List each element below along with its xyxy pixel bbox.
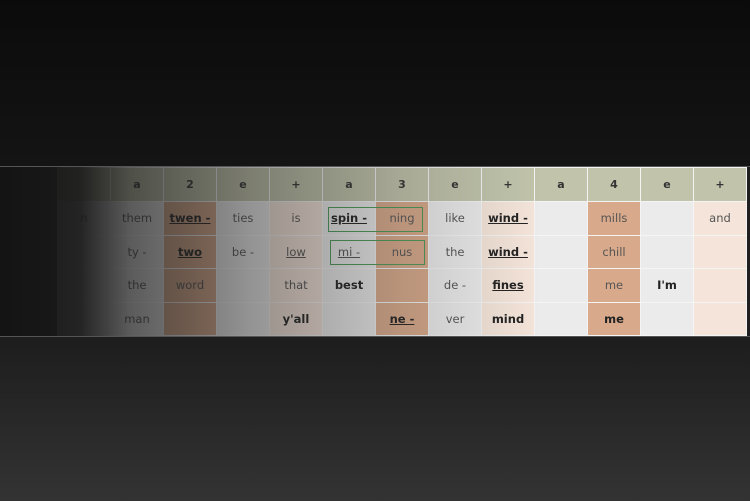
beat-header-row: a 2 e + a 3 e + a 4 e +	[57, 167, 747, 202]
beat-header-cell: a	[322, 167, 376, 202]
lyric-cell[interactable]	[375, 268, 429, 303]
lyric-syllable: ties	[232, 211, 254, 226]
lyric-syllable: be -	[231, 244, 255, 259]
lyric-syllable: I'm	[657, 278, 677, 293]
lyric-cell[interactable]: y'all	[269, 301, 323, 336]
highlight-box-minus[interactable]	[330, 240, 425, 265]
lyric-cell[interactable]: the	[428, 234, 482, 269]
lyric-cell[interactable]: that	[269, 268, 323, 303]
lyric-cell[interactable]: man	[110, 301, 164, 336]
lyric-cell[interactable]: the	[110, 268, 164, 303]
lyric-cell[interactable]: n	[57, 201, 111, 236]
lyric-syllable: wind -	[488, 211, 528, 226]
lyric-syllable: ne -	[389, 311, 415, 326]
beat-header-cell: a	[110, 167, 164, 202]
lyric-syllable: and	[709, 211, 731, 226]
lyric-cell[interactable]	[57, 234, 111, 269]
highlight-box-spinning[interactable]	[328, 207, 423, 232]
lyric-cell[interactable]	[640, 301, 694, 336]
lyric-syllable: ver	[445, 311, 465, 326]
lyric-cell[interactable]: mind	[481, 301, 535, 336]
lyric-syllable: wind -	[488, 244, 528, 259]
beat-header-cell: a	[534, 167, 588, 202]
beat-header-cell: 3	[375, 167, 429, 202]
lyric-cell[interactable]	[693, 301, 747, 336]
lyric-cell[interactable]	[640, 234, 694, 269]
lyric-cell[interactable]: wind -	[481, 234, 535, 269]
lyric-cell[interactable]: best	[322, 268, 376, 303]
lyric-cell[interactable]: de -	[428, 268, 482, 303]
lyric-syllable: like	[445, 211, 465, 226]
lyric-cell[interactable]: mills	[587, 201, 641, 236]
lyric-syllable: word	[175, 278, 205, 293]
beat-header-cell: +	[481, 167, 535, 202]
lyric-cell[interactable]	[216, 268, 270, 303]
lyric-cell[interactable]: like	[428, 201, 482, 236]
lyric-cell[interactable]: ty -	[110, 234, 164, 269]
lyric-cell[interactable]: low	[269, 234, 323, 269]
lyric-syllable: best	[334, 278, 364, 293]
lyric-cell[interactable]	[57, 268, 111, 303]
lyric-syllable: low	[286, 244, 306, 259]
lyric-syllable: ty -	[127, 244, 147, 259]
beat-header-cell	[57, 167, 111, 202]
lyric-cell[interactable]: twen -	[163, 201, 217, 236]
lyric-cell[interactable]: word	[163, 268, 217, 303]
lyric-grid-strip: a 2 e + a 3 e + a 4 e + n them twen - ties is spin - ning…	[0, 166, 750, 337]
lyric-cell[interactable]	[534, 201, 588, 236]
lyric-syllable: man	[124, 311, 150, 326]
lyric-cell[interactable]: chill	[587, 234, 641, 269]
lyric-cell[interactable]	[640, 201, 694, 236]
lyric-cell[interactable]: wind -	[481, 201, 535, 236]
lyric-cell[interactable]: ver	[428, 301, 482, 336]
lyric-cell[interactable]	[163, 301, 217, 336]
beat-header-cell: e	[640, 167, 694, 202]
lyric-cell[interactable]	[693, 234, 747, 269]
lyric-cell[interactable]: fines	[481, 268, 535, 303]
lyric-row: man y'all ne - ver mind me	[57, 301, 747, 336]
lyric-syllable: that	[284, 278, 308, 293]
lyric-syllable: mills	[600, 211, 628, 226]
lyric-cell[interactable]: ties	[216, 201, 270, 236]
lyric-row: the word that best de - fines me I'm	[57, 268, 747, 303]
lyric-cell[interactable]: me	[587, 301, 641, 336]
lyric-cell[interactable]: me	[587, 268, 641, 303]
beat-header-cell: +	[693, 167, 747, 202]
lyric-cell[interactable]	[216, 301, 270, 336]
lyric-cell[interactable]: and	[693, 201, 747, 236]
lyric-syllable: me	[604, 311, 624, 326]
beat-header-cell: +	[269, 167, 323, 202]
lyric-cell[interactable]: be -	[216, 234, 270, 269]
lyric-syllable: them	[121, 211, 153, 226]
lyric-cell[interactable]: ne -	[375, 301, 429, 336]
lyric-cell[interactable]	[693, 268, 747, 303]
beat-header-cell: 4	[587, 167, 641, 202]
lyric-cell[interactable]	[322, 301, 376, 336]
lyric-cell[interactable]: is	[269, 201, 323, 236]
lyric-cell[interactable]	[534, 234, 588, 269]
lyric-syllable: the	[445, 244, 465, 259]
lyric-syllable: me	[604, 278, 624, 293]
lyric-syllable: chill	[602, 244, 626, 259]
lyric-syllable: two	[177, 244, 203, 259]
lyric-cell[interactable]	[534, 301, 588, 336]
lyric-syllable: mind	[491, 311, 525, 326]
lyric-syllable: de -	[443, 278, 467, 293]
lyric-cell[interactable]	[57, 301, 111, 336]
lyric-syllable: twen -	[169, 211, 211, 226]
beat-header-cell: e	[216, 167, 270, 202]
lyric-cell[interactable]: two	[163, 234, 217, 269]
lyric-syllable: n	[80, 211, 88, 226]
lyric-cell[interactable]	[534, 268, 588, 303]
lyric-cell[interactable]: I'm	[640, 268, 694, 303]
lyric-syllable: the	[127, 278, 147, 293]
lyric-syllable: y'all	[282, 311, 310, 326]
lyric-syllable: fines	[492, 278, 524, 293]
lyric-syllable: is	[291, 211, 301, 226]
lyric-cell[interactable]: them	[110, 201, 164, 236]
beat-header-cell: 2	[163, 167, 217, 202]
beat-header-cell: e	[428, 167, 482, 202]
